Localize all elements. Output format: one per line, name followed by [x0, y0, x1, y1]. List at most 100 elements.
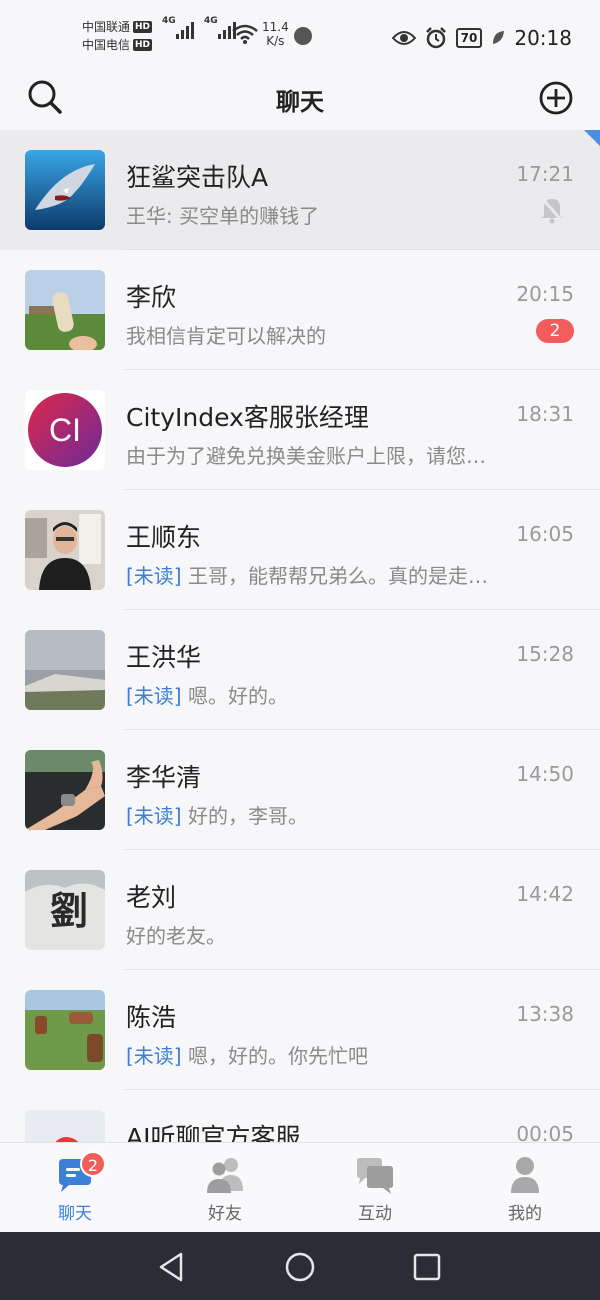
chat-name: AI听聊官方客服 [126, 1123, 301, 1142]
chat-time: 18:31 [516, 402, 574, 426]
sound-wave-icon [294, 27, 312, 45]
avatar [25, 990, 105, 1070]
tab-badge: 2 [80, 1151, 106, 1177]
chat-preview: 由于为了避免兑换美金账户上限，请您… [126, 440, 526, 469]
speed-value: 11.4 [262, 20, 289, 34]
chat-name: 狂鲨突击队A [126, 163, 269, 192]
signal-group: 4G 4G [162, 16, 236, 39]
tab-label: 我的 [508, 1204, 542, 1224]
chat-list[interactable]: 狂鲨突击队A 17:21 王华: 买空单的赚钱了 李欣 20:15 我相信肯定可… [0, 130, 600, 1142]
preview-text: 嗯。好的。 [187, 684, 288, 708]
add-icon[interactable] [536, 78, 576, 118]
tab-label: 互动 [358, 1204, 392, 1224]
leaf-icon [493, 31, 505, 44]
unread-tag: [未读] [126, 1044, 182, 1068]
calligraphy-text: 劉 [50, 888, 88, 933]
chat-item[interactable]: 李欣 20:15 我相信肯定可以解决的 2 [0, 250, 600, 370]
chat-time: 14:50 [516, 762, 574, 786]
unread-tag: [未读] [126, 564, 182, 588]
back-icon[interactable] [155, 1250, 189, 1284]
unread-badge: 2 [536, 319, 574, 343]
preview-text: 好的，李哥。 [187, 804, 308, 828]
chat-preview: [未读] 好的，李哥。 [126, 800, 526, 829]
chat-item[interactable]: CI CityIndex客服张经理 18:31 由于为了避免兑换美金账户上限，请… [0, 370, 600, 490]
chat-item[interactable]: 王洪华 15:28 [未读] 嗯。好的。 [0, 610, 600, 730]
chat-name: 陈浩 [126, 1003, 177, 1032]
eye-icon [391, 31, 416, 45]
logo-text: CI [49, 412, 81, 448]
network-speed: 11.4 K/s [262, 20, 289, 48]
wifi-icon [232, 24, 258, 44]
chat-time: 14:42 [516, 882, 574, 906]
interact-icon [357, 1158, 393, 1194]
chat-item[interactable]: 王顺东 16:05 [未读] 王哥，能帮帮兄弟么。真的是走… [0, 490, 600, 610]
chat-name: 李欣 [126, 283, 177, 312]
avatar [25, 750, 105, 830]
chat-item[interactable]: 李华清 14:50 [未读] 好的，李哥。 [0, 730, 600, 850]
friends-icon [207, 1158, 243, 1193]
chat-name: CityIndex客服张经理 [126, 403, 369, 432]
recents-icon[interactable] [410, 1250, 444, 1284]
chat-item-group[interactable]: 狂鲨突击队A 17:21 王华: 买空单的赚钱了 [0, 130, 600, 250]
avatar: 劉 [25, 870, 105, 950]
mute-bell-icon [539, 196, 565, 224]
home-icon[interactable] [283, 1250, 317, 1284]
page-title: 聊天 [276, 88, 324, 116]
chat-preview: [未读] 王哥，能帮帮兄弟么。真的是走… [126, 560, 526, 589]
chat-name: 王洪华 [126, 643, 202, 672]
battery-icon: 70 [455, 28, 483, 48]
status-right: 70 20:18 [391, 26, 572, 50]
chat-item[interactable]: 劉 老刘 14:42 好的老友。 [0, 850, 600, 970]
network-type-2: 4G [204, 16, 218, 26]
chat-name: 李华清 [126, 763, 202, 792]
carrier-info: 中国联通 HD 中国电信 HD [82, 18, 153, 54]
chat-time: 17:21 [516, 162, 574, 186]
unread-tag: [未读] [126, 684, 182, 708]
signal-icon: 4G [162, 16, 194, 39]
chat-preview: [未读] 嗯，好的。你先忙吧 [126, 1040, 526, 1069]
chat-item[interactable]: 陈浩 13:38 [未读] 嗯，好的。你先忙吧 [0, 970, 600, 1090]
pinned-marker [584, 130, 600, 146]
profile-icon [511, 1157, 539, 1193]
chat-preview: 好的老友。 [126, 920, 526, 949]
avatar [25, 270, 105, 350]
tab-label: 聊天 [58, 1204, 92, 1224]
tab-interact[interactable]: 互动 [300, 1143, 450, 1232]
tab-friends[interactable]: 好友 [150, 1143, 300, 1232]
alarm-icon [425, 27, 446, 49]
chat-time: 20:15 [516, 282, 574, 306]
hd-icon: HD [133, 21, 153, 33]
preview-text: 我相信肯定可以解决的 [126, 324, 326, 348]
network-type-1: 4G [162, 16, 176, 26]
preview-text: 王华: 买空单的赚钱了 [126, 204, 320, 228]
cityindex-logo: CI [28, 393, 102, 467]
chat-preview: [未读] 嗯。好的。 [126, 680, 526, 709]
chat-name: 老刘 [126, 883, 177, 912]
top-bar: 聊天 [0, 70, 600, 130]
avatar: CI [25, 390, 105, 470]
avatar [25, 1110, 105, 1142]
avatar [25, 630, 105, 710]
preview-text: 嗯，好的。你先忙吧 [187, 1044, 368, 1068]
clock: 20:18 [514, 26, 572, 50]
chat-time: 16:05 [516, 522, 574, 546]
chat-time: 00:05 [516, 1122, 574, 1142]
avatar [25, 510, 105, 590]
hd-icon: HD [133, 39, 153, 51]
chat-time: 15:28 [516, 642, 574, 666]
chat-preview: 我相信肯定可以解决的 [126, 320, 526, 349]
system-nav-bar [0, 1232, 600, 1300]
tab-me[interactable]: 我的 [450, 1143, 600, 1232]
tab-chat[interactable]: 2 聊天 [0, 1143, 150, 1232]
status-bar: 中国联通 HD 中国电信 HD 4G 4G 11.4 K/s 70 20:18 [0, 0, 600, 70]
chat-time: 13:38 [516, 1002, 574, 1026]
tab-label: 好友 [208, 1204, 242, 1224]
tab-bar: 2 聊天 好友 互动 我的 [0, 1142, 600, 1232]
preview-text: 由于为了避免兑换美金账户上限，请您… [126, 444, 486, 468]
carrier-1: 中国联通 [82, 20, 131, 34]
chat-name: 王顺东 [126, 523, 202, 552]
carrier-2: 中国电信 [82, 38, 131, 52]
avatar [25, 150, 105, 230]
unread-tag: [未读] [126, 804, 182, 828]
chat-item[interactable]: AI听聊官方客服 00:05 [0, 1090, 600, 1142]
